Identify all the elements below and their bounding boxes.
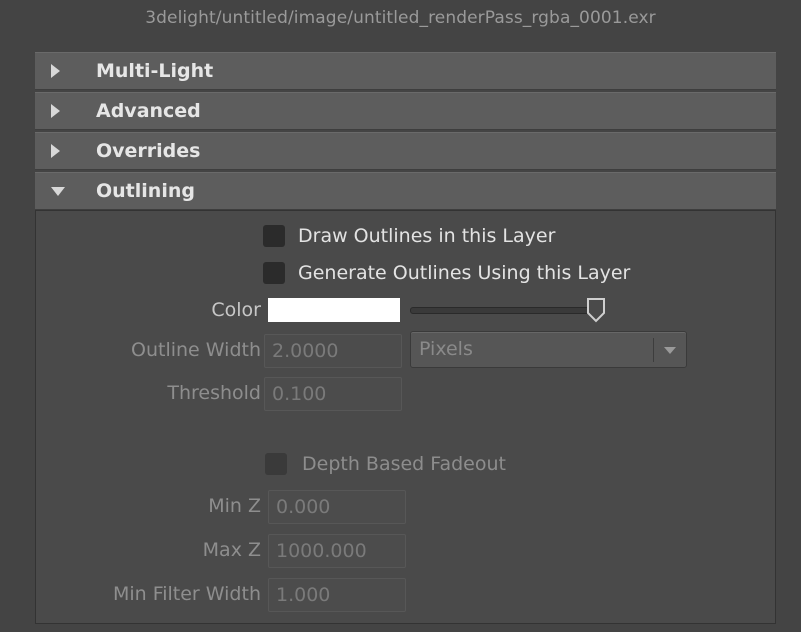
expand-arrow-icon (51, 144, 60, 158)
min-z-label: Min Z (208, 495, 261, 517)
section-label: Outlining (96, 180, 195, 202)
draw-outlines-label: Draw Outlines in this Layer (298, 225, 556, 247)
slider-handle-icon[interactable] (586, 297, 606, 323)
section-overrides[interactable]: Overrides (35, 132, 776, 170)
expand-arrow-icon (51, 64, 60, 78)
unit-select-value: Pixels (419, 338, 473, 360)
color-swatch[interactable] (268, 298, 400, 322)
min-z-field[interactable]: 0.000 (268, 490, 406, 524)
threshold-label: Threshold (167, 382, 261, 404)
min-filter-width-label: Min Filter Width (112, 583, 261, 605)
color-label: Color (211, 299, 261, 321)
section-advanced[interactable]: Advanced (35, 92, 776, 130)
section-outlining[interactable]: Outlining (35, 172, 776, 210)
image-path-header: 3delight/untitled/image/untitled_renderP… (145, 8, 656, 28)
outline-width-unit-select[interactable]: Pixels (410, 331, 687, 368)
collapse-arrow-icon (51, 187, 65, 196)
threshold-field[interactable]: 0.100 (264, 377, 402, 411)
outline-width-label: Outline Width (131, 339, 261, 361)
max-z-field[interactable]: 1000.000 (268, 534, 406, 568)
section-multi-light[interactable]: Multi-Light (35, 52, 776, 90)
max-z-label: Max Z (202, 539, 261, 561)
outline-width-field[interactable]: 2.0000 (264, 334, 402, 368)
expand-arrow-icon (51, 104, 60, 118)
section-label: Overrides (96, 140, 201, 162)
draw-outlines-checkbox[interactable] (263, 225, 285, 247)
section-label: Multi-Light (96, 60, 214, 82)
depth-fadeout-checkbox[interactable] (265, 453, 287, 475)
color-slider-track[interactable] (410, 307, 602, 314)
dropdown-divider (653, 338, 654, 362)
generate-outlines-label: Generate Outlines Using this Layer (298, 262, 631, 284)
min-filter-width-field[interactable]: 1.000 (268, 578, 406, 612)
section-label: Advanced (96, 100, 201, 122)
chevron-down-icon (664, 347, 676, 354)
depth-fadeout-label: Depth Based Fadeout (302, 453, 506, 475)
generate-outlines-checkbox[interactable] (263, 262, 285, 284)
